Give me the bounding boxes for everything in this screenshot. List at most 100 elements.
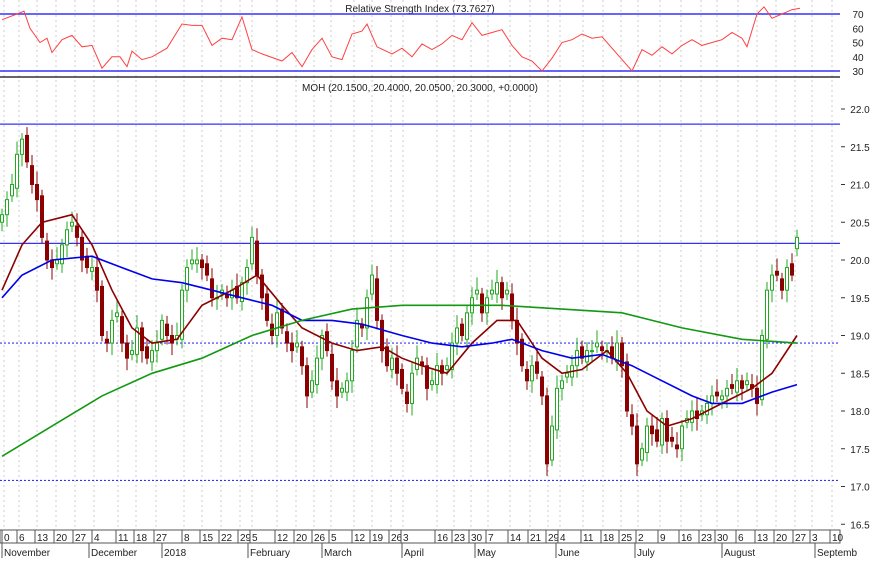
candle-up [745, 380, 749, 386]
day-tick-label: 26 [314, 533, 326, 544]
candle-down [600, 346, 604, 352]
rsi-panel: Relative Strength Index (73.7627) 706050… [0, 4, 864, 78]
day-tick-label: 27 [795, 533, 807, 544]
candle-up [475, 289, 479, 295]
candle-up [560, 380, 564, 389]
day-tick-label: 20 [296, 533, 308, 544]
day-tick-label: 4 [560, 533, 566, 544]
candle-up [795, 236, 799, 250]
candle-down [145, 346, 149, 359]
candle-down [120, 316, 124, 344]
price-tick-label: 18.0 [850, 407, 870, 418]
day-tick-label: 7 [488, 533, 494, 544]
candle-up [150, 350, 154, 363]
month-label: July [637, 548, 655, 559]
candle-down [85, 255, 89, 269]
candle-down [460, 323, 464, 336]
candle-up [60, 244, 64, 265]
rsi-tick-label: 60 [852, 24, 864, 35]
candle-up [785, 267, 789, 291]
day-tick-label: 3 [812, 533, 818, 544]
candle-down [255, 240, 259, 276]
day-tick-label: 20 [56, 533, 68, 544]
candle-up [190, 259, 194, 265]
candle-down [105, 338, 109, 344]
candle-down [285, 331, 289, 344]
day-tick-label: 25 [621, 533, 633, 544]
candle-up [90, 267, 94, 272]
day-tick-label: 20 [776, 533, 788, 544]
candle-up [350, 350, 354, 382]
candle-up [130, 350, 134, 355]
candle-down [665, 418, 669, 442]
candle-down [205, 263, 209, 276]
candle-down [625, 361, 629, 412]
candle-down [630, 414, 634, 427]
day-tick-label: 6 [738, 533, 744, 544]
candle-up [65, 229, 69, 246]
candle-down [755, 387, 759, 404]
candle-down [125, 342, 129, 359]
candle-up [760, 335, 764, 401]
candle-up [70, 221, 74, 227]
day-tick-label: 6 [19, 533, 25, 544]
candle-up [340, 387, 344, 393]
month-label: April [404, 548, 424, 559]
candle-up [735, 380, 739, 393]
candle-up [505, 289, 509, 295]
candle-up [595, 342, 599, 348]
candle-up [310, 380, 314, 393]
day-tick-label: 10 [832, 533, 844, 544]
price-tick-label: 22.0 [850, 105, 870, 116]
day-tick-label: 27 [156, 533, 168, 544]
candle-down [635, 425, 639, 465]
candle-up [530, 365, 534, 382]
candle-up [640, 448, 644, 461]
day-tick-label: 8 [184, 533, 190, 544]
day-tick-label: 23 [454, 533, 466, 544]
candle-down [540, 376, 544, 397]
candle-down [535, 361, 539, 374]
candle-up [5, 199, 9, 216]
day-tick-label: 22 [221, 533, 233, 544]
candle-down [210, 278, 214, 299]
candle-down [670, 436, 674, 442]
candle-down [290, 342, 294, 352]
day-tick-label: 18 [603, 533, 615, 544]
day-tick-label: 0 [4, 533, 10, 544]
candle-down [300, 346, 304, 367]
price-title: MOH (20.1500, 20.4000, 20.0500, 20.3000,… [302, 83, 538, 94]
month-label: Septemb [817, 548, 857, 559]
candle-up [370, 274, 374, 295]
month-label: February [250, 548, 290, 559]
price-tick-label: 19.5 [850, 294, 870, 305]
candle-down [425, 365, 429, 389]
candle-up [690, 410, 694, 423]
candle-up [295, 342, 299, 348]
candle-up [390, 357, 394, 370]
candle-up [160, 319, 164, 340]
day-tick-label: 16 [681, 533, 693, 544]
candle-up [365, 297, 369, 329]
candle-down [25, 134, 29, 163]
candle-down [515, 319, 519, 344]
candle-down [650, 425, 654, 435]
candle-down [675, 444, 679, 450]
candle-up [435, 365, 439, 386]
candle-up [55, 259, 59, 265]
rsi-tick-label: 70 [852, 10, 864, 21]
day-tick-label: 13 [757, 533, 769, 544]
candle-up [445, 365, 449, 370]
candle-down [165, 323, 169, 336]
day-tick-label: 2 [638, 533, 644, 544]
candle-down [100, 285, 104, 336]
candle-down [790, 263, 794, 276]
candle-up [195, 259, 199, 265]
day-tick-label: 11 [583, 533, 594, 544]
candle-up [345, 380, 349, 393]
candle-down [525, 368, 529, 382]
day-tick-label: 4 [94, 533, 100, 544]
day-tick-label: 12 [277, 533, 289, 544]
candle-up [770, 274, 774, 291]
day-tick-label: 18 [136, 533, 148, 544]
